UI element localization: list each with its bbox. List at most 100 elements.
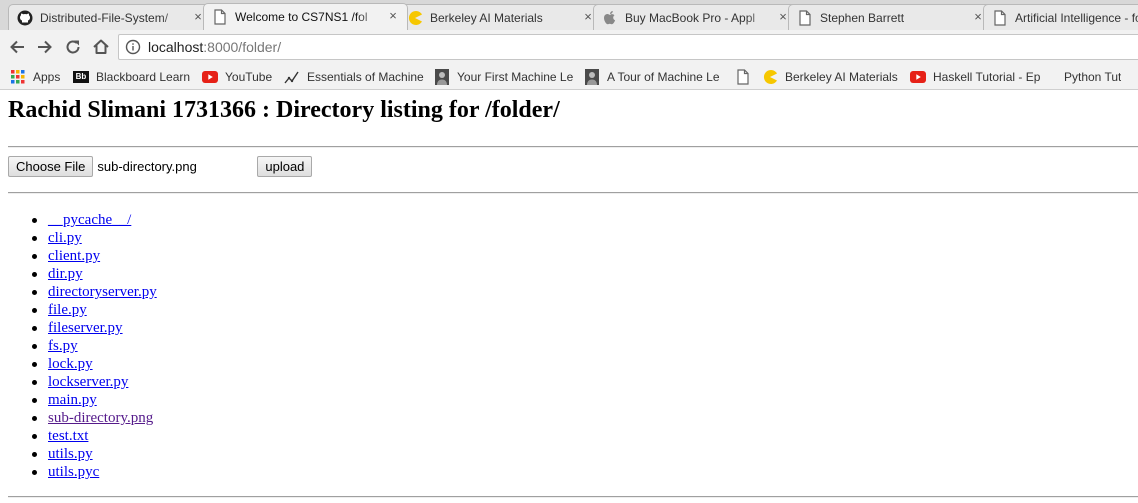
youtube-icon: [910, 69, 926, 85]
bookmark-label: A Tour of Machine Le: [607, 70, 720, 84]
tab-title: Berkeley AI Materials: [430, 10, 543, 25]
browser-tab[interactable]: Stephen Barrett ×: [788, 4, 993, 30]
list-item: utils.py: [32, 445, 157, 463]
file-link[interactable]: test.txt: [48, 428, 88, 444]
bookmark-item[interactable]: [735, 68, 755, 86]
browser-toolbar: localhost:8000/folder/: [0, 30, 1138, 64]
bookmark-label: Blackboard Learn: [96, 70, 191, 84]
bookmark-item[interactable]: Berkeley AI Materials: [762, 68, 898, 86]
close-icon[interactable]: ×: [386, 9, 400, 23]
page-content: Rachid Slimani 1731366 : Directory listi…: [0, 90, 1138, 503]
file-link[interactable]: lock.py: [48, 356, 93, 372]
url-host: localhost: [148, 39, 204, 55]
portrait-icon: [584, 69, 600, 85]
upload-button[interactable]: upload: [257, 156, 313, 177]
home-icon: [93, 39, 109, 54]
bookmark-label: Apps: [33, 70, 61, 84]
youtube-icon: [202, 69, 218, 85]
forward-button[interactable]: [34, 36, 56, 58]
file-list: __pycache__/ cli.py client.py dir.py directo…: [32, 211, 157, 481]
page-icon: [212, 9, 228, 25]
list-item: dir.py: [32, 265, 157, 283]
file-link[interactable]: fileserver.py: [48, 320, 123, 336]
page-icon: [735, 69, 751, 85]
list-item: file.py: [32, 301, 157, 319]
file-link[interactable]: client.py: [48, 248, 100, 264]
divider: [8, 192, 1138, 194]
list-item: main.py: [32, 391, 157, 409]
file-link[interactable]: file.py: [48, 302, 87, 318]
bookmark-item[interactable]: Python Tut: [1064, 68, 1121, 86]
tab-title: Artificial Intelligence - fo: [1015, 10, 1138, 25]
browser-tab[interactable]: Berkeley AI Materials ×: [398, 4, 603, 30]
tab-title: Welcome to CS7NS1 /fol: [235, 10, 368, 24]
bookmark-item[interactable]: Essentials of Machine: [284, 68, 424, 86]
divider: [8, 146, 1138, 148]
bookmark-label: Haskell Tutorial - Ep: [933, 70, 1041, 84]
file-link[interactable]: main.py: [48, 392, 97, 408]
browser-tab[interactable]: Distributed-File-System/×: [8, 4, 213, 30]
list-item: lockserver.py: [32, 373, 157, 391]
list-item: directoryserver.py: [32, 283, 157, 301]
list-item: fs.py: [32, 337, 157, 355]
file-link[interactable]: cli.py: [48, 230, 82, 246]
browser-tab[interactable]: Buy MacBook Pro - Appl ×: [593, 4, 798, 30]
chart-icon: [284, 69, 300, 85]
list-item: __pycache__/: [32, 211, 157, 229]
bookmark-label: Berkeley AI Materials: [785, 70, 898, 84]
selected-file-name: sub-directory.png: [97, 159, 197, 174]
portrait-icon: [434, 69, 450, 85]
list-item: utils.pyc: [32, 463, 157, 481]
upload-form: Choose File sub-directory.png upload: [8, 156, 313, 177]
back-button[interactable]: [6, 36, 28, 58]
bookmark-item[interactable]: Apps: [10, 68, 60, 86]
blackboard-icon: Bb: [73, 69, 89, 85]
list-item: cli.py: [32, 229, 157, 247]
file-link[interactable]: directoryserver.py: [48, 284, 157, 300]
bookmarks-bar: Apps Bb Blackboard Learn YouTube Essentials …: [0, 64, 1138, 90]
home-button[interactable]: [90, 36, 112, 58]
file-link[interactable]: sub-directory.png: [48, 410, 153, 426]
apple-icon: [602, 10, 618, 26]
file-link[interactable]: utils.pyc: [48, 464, 99, 480]
bookmark-item[interactable]: Your First Machine Le: [434, 68, 573, 86]
pacman-icon: [762, 69, 778, 85]
file-link[interactable]: utils.py: [48, 446, 93, 462]
bookmark-label: Essentials of Machine: [307, 70, 424, 84]
page-icon: [797, 9, 813, 26]
tab-strip: Distributed-File-System/× Welcome to CS7N…: [0, 0, 1138, 30]
tab-title: Buy MacBook Pro - Appl: [625, 10, 756, 25]
arrow-right-icon: [38, 40, 52, 54]
tab-title: Stephen Barrett: [820, 10, 905, 25]
list-item: lock.py: [32, 355, 157, 373]
bookmark-item[interactable]: YouTube: [202, 68, 272, 86]
file-link[interactable]: __pycache__/: [48, 212, 131, 228]
info-icon[interactable]: [125, 39, 141, 55]
address-bar[interactable]: localhost:8000/folder/: [118, 34, 1138, 60]
bookmark-item[interactable]: A Tour of Machine Le: [584, 68, 720, 86]
github-icon: [17, 10, 33, 26]
choose-file-button[interactable]: Choose File: [8, 156, 94, 177]
tab-title: Distributed-File-System/: [40, 10, 169, 25]
reload-icon: [66, 40, 80, 54]
bookmark-label: Your First Machine Le: [457, 70, 574, 84]
list-item: client.py: [32, 247, 157, 265]
bookmark-item[interactable]: Haskell Tutorial - Ep: [910, 68, 1040, 86]
pacman-icon: [407, 10, 423, 26]
file-link[interactable]: fs.py: [48, 338, 78, 354]
bookmark-label: YouTube: [225, 70, 273, 84]
file-link[interactable]: lockserver.py: [48, 374, 128, 390]
file-link[interactable]: dir.py: [48, 266, 83, 282]
page-icon: [992, 9, 1008, 26]
apps-grid-icon: [10, 69, 26, 85]
list-item: sub-directory.png: [32, 409, 157, 427]
bookmark-label: Python Tut: [1064, 70, 1122, 84]
bookmark-item[interactable]: Bb Blackboard Learn: [73, 68, 190, 86]
list-item: fileserver.py: [32, 319, 157, 337]
reload-button[interactable]: [62, 36, 84, 58]
url-path: :8000/folder/: [203, 39, 282, 55]
browser-tab[interactable]: Welcome to CS7NS1 /fol ×: [203, 3, 408, 30]
page-title: Rachid Slimani 1731366 : Directory listi…: [8, 97, 560, 123]
browser-tab[interactable]: Artificial Intelligence - fo×: [983, 4, 1138, 30]
divider: [8, 496, 1138, 498]
